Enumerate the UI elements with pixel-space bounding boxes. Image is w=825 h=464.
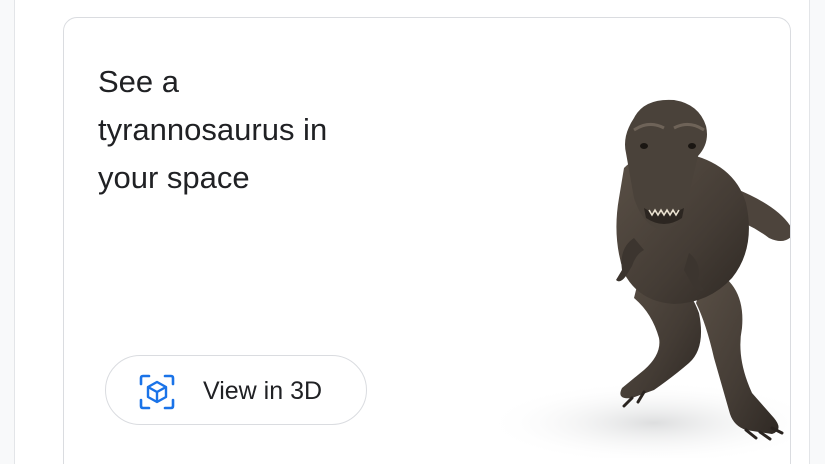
ar-cube-icon <box>139 374 175 410</box>
card-title-line-1: See a <box>98 64 180 99</box>
card-title: See a tyrannosaurus in your space <box>98 58 398 202</box>
view-in-3d-button[interactable]: View in 3D <box>105 355 367 425</box>
results-column: See a tyrannosaurus in your space View i… <box>14 0 810 464</box>
card-title-line-3: your space <box>98 160 250 195</box>
view-in-3d-label: View in 3D <box>203 377 323 405</box>
tyrannosaurus-image <box>484 99 790 458</box>
card-title-line-2: tyrannosaurus in <box>98 112 328 147</box>
view-in-3d-card[interactable]: See a tyrannosaurus in your space View i… <box>63 17 791 464</box>
page: See a tyrannosaurus in your space View i… <box>0 0 825 464</box>
